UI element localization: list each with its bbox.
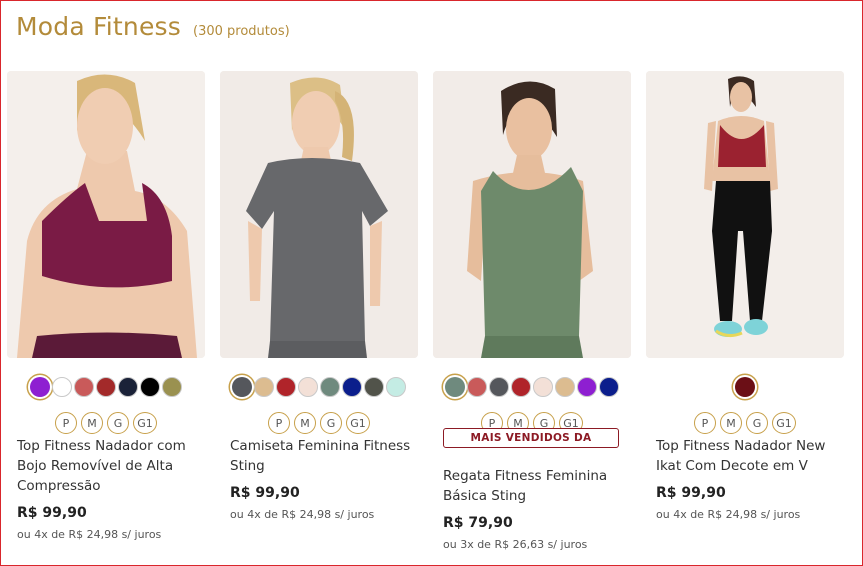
installments-text: ou 4x de R$ 24,98 s/ juros bbox=[230, 508, 375, 521]
color-swatch[interactable] bbox=[118, 377, 138, 397]
color-swatch[interactable] bbox=[320, 377, 340, 397]
color-swatch[interactable] bbox=[445, 377, 465, 397]
page-header: Moda Fitness (300 produtos) bbox=[16, 12, 290, 41]
product-name[interactable]: Regata Fitness Feminina Básica Sting bbox=[443, 466, 633, 506]
size-options: P M G G1 bbox=[7, 412, 205, 434]
color-swatch[interactable] bbox=[555, 377, 575, 397]
size-option[interactable]: M bbox=[81, 412, 103, 434]
product-image[interactable] bbox=[7, 71, 205, 358]
color-swatch[interactable] bbox=[254, 377, 274, 397]
installments-text: ou 4x de R$ 24,98 s/ juros bbox=[17, 528, 162, 541]
product-card[interactable]: P M G G1 Camiseta Feminina Fitness Sting… bbox=[220, 71, 418, 521]
color-swatch[interactable] bbox=[140, 377, 160, 397]
color-swatch[interactable] bbox=[276, 377, 296, 397]
color-swatch[interactable] bbox=[599, 377, 619, 397]
product-card[interactable]: P M G G1 MAIS VENDIDOS DA Regata Fitness… bbox=[433, 71, 631, 551]
color-swatch[interactable] bbox=[467, 377, 487, 397]
size-options: P M G G1 bbox=[220, 412, 418, 434]
size-option[interactable]: G bbox=[107, 412, 129, 434]
installments-text: ou 4x de R$ 24,98 s/ juros bbox=[656, 508, 801, 521]
product-price: R$ 99,90 bbox=[17, 505, 87, 521]
size-option[interactable]: P bbox=[55, 412, 77, 434]
size-option[interactable]: M bbox=[294, 412, 316, 434]
color-swatch[interactable] bbox=[52, 377, 72, 397]
size-option[interactable]: G bbox=[746, 412, 768, 434]
size-option[interactable]: G bbox=[320, 412, 342, 434]
installments-text: ou 3x de R$ 26,63 s/ juros bbox=[443, 538, 588, 551]
size-option[interactable]: G1 bbox=[346, 412, 370, 434]
bestseller-badge: MAIS VENDIDOS DA bbox=[443, 428, 619, 448]
color-swatch[interactable] bbox=[511, 377, 531, 397]
product-card[interactable]: P M G G1 Top Fitness Nadador New Ikat Co… bbox=[646, 71, 844, 521]
color-swatch[interactable] bbox=[298, 377, 318, 397]
size-option[interactable]: P bbox=[694, 412, 716, 434]
size-option[interactable]: G1 bbox=[133, 412, 157, 434]
page-title: Moda Fitness bbox=[16, 12, 181, 41]
product-count: (300 produtos) bbox=[193, 24, 290, 39]
color-swatch[interactable] bbox=[489, 377, 509, 397]
color-swatch[interactable] bbox=[74, 377, 94, 397]
color-swatch[interactable] bbox=[96, 377, 116, 397]
size-options: P M G G1 bbox=[646, 412, 844, 434]
color-swatch[interactable] bbox=[342, 377, 362, 397]
color-swatch[interactable] bbox=[577, 377, 597, 397]
product-price: R$ 99,90 bbox=[230, 485, 300, 501]
color-swatch[interactable] bbox=[30, 377, 50, 397]
size-option[interactable]: G1 bbox=[772, 412, 796, 434]
color-swatches bbox=[433, 377, 631, 397]
color-swatches bbox=[220, 377, 418, 397]
product-price: R$ 99,90 bbox=[656, 485, 726, 501]
product-price: R$ 79,90 bbox=[443, 515, 513, 531]
size-option[interactable]: M bbox=[720, 412, 742, 434]
product-name[interactable]: Top Fitness Nadador com Bojo Removível d… bbox=[17, 436, 207, 496]
product-image[interactable] bbox=[646, 71, 844, 358]
product-card[interactable]: P M G G1 Top Fitness Nadador com Bojo Re… bbox=[7, 71, 205, 541]
color-swatches bbox=[646, 377, 844, 397]
color-swatch[interactable] bbox=[735, 377, 755, 397]
product-name[interactable]: Camiseta Feminina Fitness Sting bbox=[230, 436, 420, 476]
product-image[interactable] bbox=[433, 71, 631, 358]
color-swatch[interactable] bbox=[386, 377, 406, 397]
product-image[interactable] bbox=[220, 71, 418, 358]
size-option[interactable]: P bbox=[268, 412, 290, 434]
product-name[interactable]: Top Fitness Nadador New Ikat Com Decote … bbox=[656, 436, 846, 476]
color-swatch[interactable] bbox=[364, 377, 384, 397]
color-swatch[interactable] bbox=[232, 377, 252, 397]
color-swatches bbox=[7, 377, 205, 397]
color-swatch[interactable] bbox=[533, 377, 553, 397]
color-swatch[interactable] bbox=[162, 377, 182, 397]
